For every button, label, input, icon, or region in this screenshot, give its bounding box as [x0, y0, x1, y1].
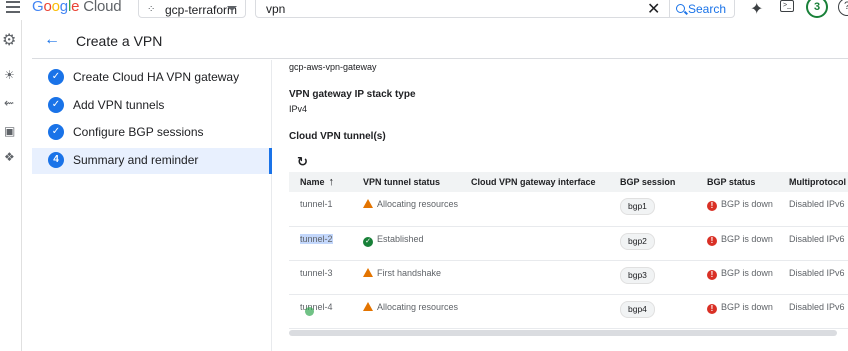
step-label: Add VPN tunnels [73, 98, 165, 112]
step-configure-bgp[interactable]: ✓ Configure BGP sessions [32, 120, 272, 146]
tunnel-name: tunnel-4 [289, 294, 352, 329]
search-input[interactable] [266, 2, 626, 16]
bgp-status: ! BGP is down [696, 192, 778, 227]
error-icon: ! [707, 269, 717, 280]
check-icon: ✓ [48, 97, 64, 113]
gateway-interface [460, 192, 609, 227]
bgp-session: bgp1 [609, 192, 696, 227]
stack-type-heading: VPN gateway IP stack type [289, 89, 416, 100]
notifications-badge[interactable]: 3 [806, 0, 828, 18]
page-header: ← Create a VPN [32, 20, 848, 59]
page-title: Create a VPN [76, 33, 163, 49]
error-icon: ! [707, 235, 717, 246]
step-summary[interactable]: 4 Summary and reminder [32, 148, 272, 174]
multiprotocol: Disabled IPv6 [778, 294, 848, 329]
table-row: tunnel-3 First handshake bgp3 ! BGP is do… [289, 260, 848, 295]
bgp-session: bgp4 [609, 294, 696, 329]
network-hub-icon[interactable]: ⚙ [2, 30, 16, 50]
step-number: 4 [48, 152, 64, 168]
project-icon: ⁘ [147, 4, 156, 15]
step-create-gateway[interactable]: ✓ Create Cloud HA VPN gateway [32, 65, 272, 91]
column-header-bgp-session[interactable]: BGP session [609, 172, 696, 192]
column-header-status[interactable]: VPN tunnel status [352, 172, 460, 192]
refresh-icon[interactable]: ↻ [297, 154, 308, 170]
bgp-status: ! BGP is down [696, 294, 778, 329]
horizontal-scrollbar[interactable] [289, 330, 837, 336]
search-icon [676, 4, 685, 13]
step-label: Create Cloud HA VPN gateway [73, 70, 240, 84]
chevron-down-icon [227, 6, 237, 11]
bgp-session: bgp2 [609, 226, 696, 261]
close-icon[interactable]: ✕ [647, 0, 660, 19]
project-selector[interactable]: ⁘ gcp-terraform [138, 0, 246, 18]
arrow-up-icon[interactable]: ↑ [329, 176, 335, 188]
connectivity-icon[interactable]: ❖ [4, 150, 15, 164]
top-bar: Google Cloud ⁘ gcp-terraform ✕ Search ✦ … [0, 0, 848, 20]
check-icon: ✓ [48, 124, 64, 140]
check-icon: ✓ [48, 69, 64, 85]
tunnel-status: ✓ Established [352, 226, 460, 261]
table-header-row: Name ↑ VPN tunnel status Cloud VPN gatewa… [289, 172, 848, 192]
google-cloud-logo[interactable]: Google Cloud [32, 0, 122, 15]
help-icon[interactable]: ? [838, 0, 848, 16]
bgp-session-chip[interactable]: bgp3 [620, 266, 655, 284]
column-header-interface[interactable]: Cloud VPN gateway interface [460, 172, 609, 192]
tunnels-table: Name ↑ VPN tunnel status Cloud VPN gatewa… [289, 172, 848, 329]
tunnels-heading: Cloud VPN tunnel(s) [289, 131, 386, 142]
sun-icon[interactable]: ☀ [4, 68, 15, 82]
column-header-name[interactable]: Name ↑ [289, 172, 352, 192]
warning-icon [363, 199, 373, 208]
search-bar: ✕ Search [255, 0, 735, 18]
warning-icon [363, 267, 373, 277]
tunnel-name: tunnel-2 [289, 226, 352, 261]
search-button[interactable]: Search [669, 0, 735, 17]
gateway-interface [460, 226, 609, 261]
bgp-session: bgp3 [609, 260, 696, 295]
tunnel-name-selected: tunnel-2 [300, 233, 333, 244]
tunnel-name: tunnel-3 [289, 260, 352, 295]
bgp-session-chip[interactable]: bgp1 [620, 198, 655, 215]
mouse-cursor [305, 307, 314, 316]
column-header-multiprotocol[interactable]: Multiprotocol BG [778, 172, 848, 192]
left-rail: ⚙ ☀ ⇜ ▣ ❖ [0, 20, 22, 351]
column-header-bgp-status[interactable]: BGP status [696, 172, 778, 192]
vpn-icon[interactable]: ▣ [4, 124, 15, 138]
bgp-status: ! BGP is down [696, 260, 778, 295]
tunnel-status: Allocating resources [352, 294, 460, 329]
bgp-status: ! BGP is down [696, 226, 778, 261]
back-arrow-icon[interactable]: ← [44, 31, 60, 49]
step-add-tunnels[interactable]: ✓ Add VPN tunnels [32, 93, 272, 119]
check-circle-icon: ✓ [363, 236, 373, 247]
tunnel-status: Allocating resources [352, 192, 460, 227]
table-row: tunnel-1 Allocating resources bgp1 ! BGP … [289, 192, 848, 227]
error-icon: ! [707, 201, 717, 211]
route-icon[interactable]: ⇜ [4, 96, 14, 110]
multiprotocol: Disabled IPv6 [778, 226, 848, 261]
summary-content: gcp-aws-vpn-gateway VPN gateway IP stack… [289, 60, 848, 351]
bgp-session-chip[interactable]: bgp2 [620, 232, 655, 250]
table-row: tunnel-4 Allocating resources bgp4 ! BGP … [289, 294, 848, 329]
bgp-session-chip[interactable]: bgp4 [620, 300, 655, 318]
multiprotocol: Disabled IPv6 [778, 192, 848, 227]
error-icon: ! [707, 303, 717, 314]
step-label: Configure BGP sessions [73, 125, 204, 139]
cloud-shell-icon[interactable]: >_ [780, 0, 794, 12]
tunnel-name: tunnel-1 [289, 192, 352, 227]
gateway-interface [460, 294, 609, 329]
wizard-stepper: ✓ Create Cloud HA VPN gateway ✓ Add VPN … [32, 60, 272, 351]
multiprotocol: Disabled IPv6 [778, 260, 848, 295]
gemini-sparkle-icon[interactable]: ✦ [750, 0, 763, 19]
warning-icon [363, 301, 373, 311]
step-label: Summary and reminder [73, 153, 199, 167]
gateway-name: gcp-aws-vpn-gateway [289, 62, 377, 72]
table-row: tunnel-2 ✓ Established bgp2 ! BGP is down … [289, 226, 848, 261]
tunnel-status: First handshake [352, 260, 460, 295]
stack-type-value: IPv4 [289, 104, 308, 114]
gateway-interface [460, 260, 609, 295]
menu-icon[interactable] [6, 1, 20, 13]
